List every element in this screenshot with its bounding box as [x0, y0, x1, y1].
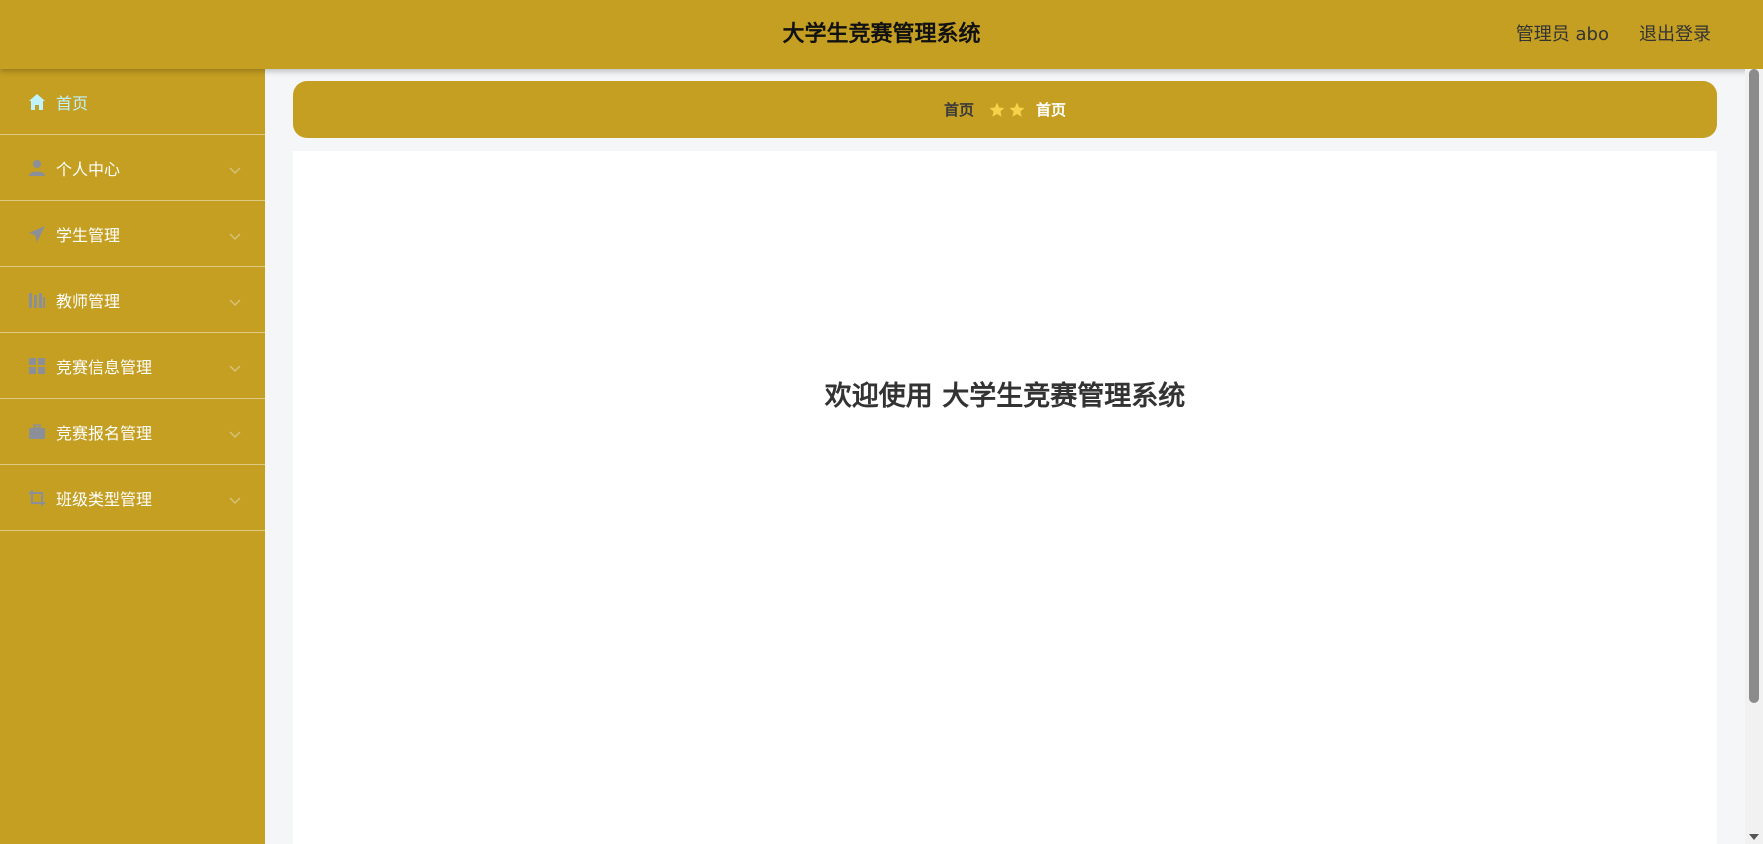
app-title: 大学生竞赛管理系统	[782, 22, 981, 47]
chevron-down-icon	[229, 424, 241, 443]
breadcrumb: 首页 首页	[293, 81, 1717, 138]
user-icon	[28, 159, 46, 177]
scroll-down-arrow-icon[interactable]	[1749, 834, 1759, 840]
grid-icon	[28, 357, 46, 375]
chevron-down-icon	[229, 490, 241, 509]
sidebar-item-label: 教师管理	[56, 291, 121, 311]
current-user: 管理员 abo	[1515, 24, 1609, 45]
send-icon	[28, 225, 46, 243]
sidebar-item-competition-registration[interactable]: 竞赛报名管理	[0, 399, 265, 465]
sidebar-item-label: 竞赛报名管理	[56, 423, 153, 443]
sidebar-item-label: 个人中心	[56, 159, 121, 179]
top-header: 大学生竞赛管理系统 管理员 abo 退出登录	[0, 0, 1763, 69]
sidebar-item-competition-info[interactable]: 竞赛信息管理	[0, 333, 265, 399]
breadcrumb-current: 首页	[1036, 101, 1067, 119]
sidebar-item-teacher-management[interactable]: 教师管理	[0, 267, 265, 333]
library-icon	[28, 291, 46, 309]
chevron-down-icon	[229, 292, 241, 311]
chevron-down-icon	[229, 358, 241, 377]
breadcrumb-separator	[988, 101, 1026, 119]
sidebar-item-home[interactable]: 首页	[0, 69, 265, 135]
sidebar-item-personal-center[interactable]: 个人中心	[0, 135, 265, 201]
breadcrumb-home[interactable]: 首页	[944, 99, 974, 120]
main-area: 首页 首页 欢迎使用 大学生竞赛管理系统	[265, 69, 1745, 844]
briefcase-icon	[28, 423, 46, 441]
sidebar-item-label: 学生管理	[56, 225, 121, 245]
sidebar-item-label: 首页	[56, 93, 89, 113]
chevron-down-icon	[229, 160, 241, 179]
star-icon	[1009, 102, 1025, 117]
star-icon	[989, 102, 1005, 117]
chevron-down-icon	[229, 226, 241, 245]
content-panel: 欢迎使用 大学生竞赛管理系统	[293, 151, 1717, 844]
sidebar: 首页 个人中心 学生管理 教师管理 竞赛信息管理 竞赛报名管理 班级类型管理	[0, 69, 265, 844]
scrollbar-thumb[interactable]	[1749, 69, 1759, 703]
sidebar-item-student-management[interactable]: 学生管理	[0, 201, 265, 267]
crop-icon	[28, 489, 46, 507]
sidebar-item-class-type[interactable]: 班级类型管理	[0, 465, 265, 531]
sidebar-item-label: 竞赛信息管理	[56, 357, 153, 377]
logout-button[interactable]: 退出登录	[1639, 0, 1711, 69]
page-scrollbar[interactable]	[1745, 69, 1763, 844]
sidebar-item-label: 班级类型管理	[56, 489, 153, 509]
home-icon	[28, 93, 46, 111]
welcome-text: 欢迎使用 大学生竞赛管理系统	[824, 381, 1186, 412]
